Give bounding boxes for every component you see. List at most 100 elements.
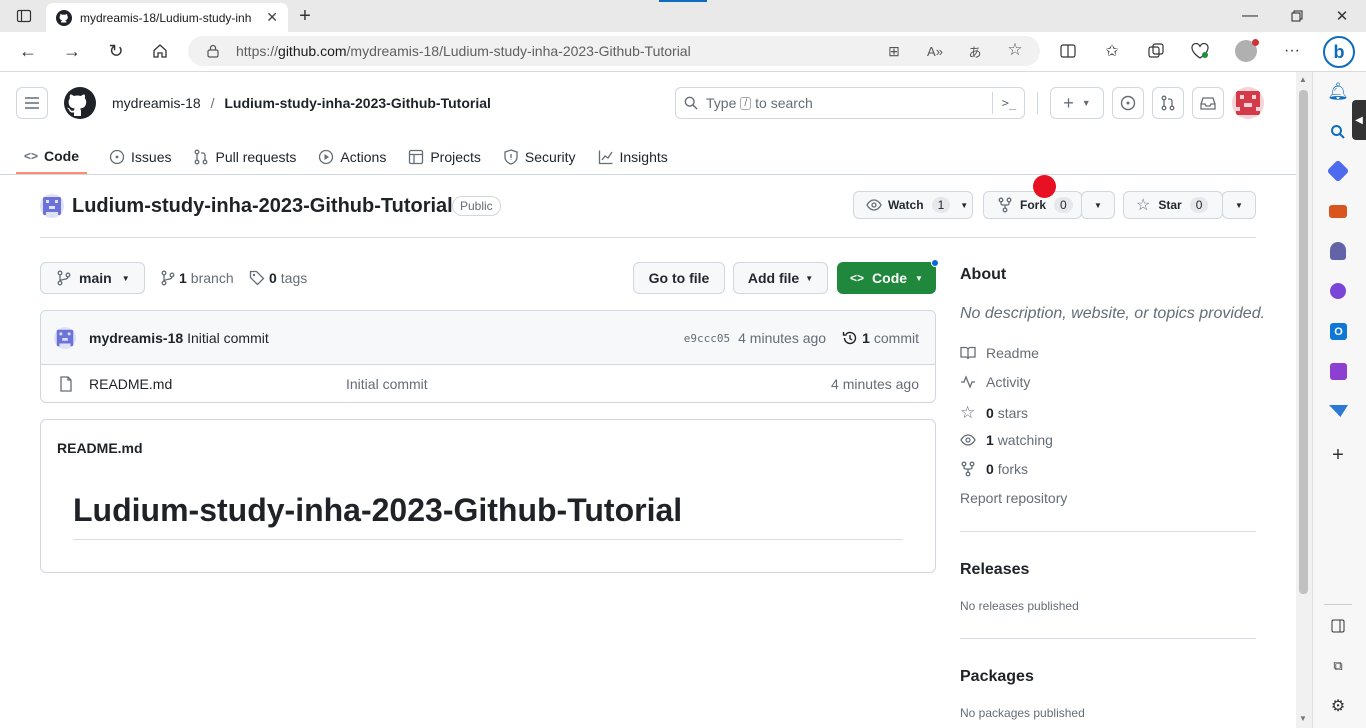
releases-title[interactable]: Releases bbox=[960, 561, 1029, 579]
go-to-file-button[interactable]: Go to file bbox=[633, 262, 725, 294]
tab-pull-requests[interactable]: Pull requests bbox=[185, 140, 304, 174]
tab-actions-icon[interactable] bbox=[14, 6, 34, 26]
notifications-bell-icon[interactable]: 🔔︎ bbox=[1327, 82, 1349, 102]
designer-icon[interactable] bbox=[1330, 363, 1347, 380]
collections-icon[interactable] bbox=[1146, 41, 1166, 61]
breadcrumb-separator: / bbox=[210, 95, 215, 111]
star-dropdown-button[interactable]: ▼ bbox=[1222, 191, 1256, 219]
commit-message[interactable]: Initial commit bbox=[187, 330, 269, 346]
tab-actions[interactable]: Actions bbox=[310, 140, 394, 174]
hide-sidebar-icon[interactable] bbox=[1329, 617, 1347, 635]
forks-word: forks bbox=[997, 461, 1029, 477]
home-icon[interactable] bbox=[150, 41, 170, 61]
favorites-icon[interactable]: ✩ bbox=[1102, 41, 1122, 61]
branch-count-link[interactable]: 1 branch bbox=[161, 270, 234, 286]
tools-toolbox-icon[interactable] bbox=[1329, 205, 1347, 218]
commit-hash[interactable]: e9ccc05 bbox=[684, 332, 730, 345]
microsoft-365-icon[interactable] bbox=[1330, 283, 1346, 299]
commit-author-avatar bbox=[54, 327, 76, 349]
minimize-icon[interactable]: — bbox=[1240, 6, 1260, 26]
fork-dropdown-button[interactable]: ▼ bbox=[1081, 191, 1115, 219]
create-new-button[interactable]: + ▼ bbox=[1050, 87, 1104, 119]
bing-copilot-icon[interactable]: b bbox=[1323, 36, 1355, 68]
user-avatar[interactable] bbox=[1232, 87, 1264, 119]
readme-link[interactable]: Readme bbox=[960, 345, 1039, 361]
table-row[interactable]: README.md Initial commit 4 minutes ago bbox=[41, 365, 935, 402]
repo-title[interactable]: Ludium-study-inha-2023-Github-Tutorial bbox=[72, 195, 453, 218]
commit-summary: mydreamis-18 Initial commit bbox=[89, 330, 269, 346]
sidebar-collapse-handle[interactable]: ◀ bbox=[1352, 100, 1366, 140]
fork-label: Fork bbox=[1020, 198, 1047, 212]
branch-name: main bbox=[79, 270, 112, 286]
outlook-icon[interactable]: O bbox=[1330, 323, 1347, 340]
repo-link[interactable]: Ludium-study-inha-2023-Github-Tutorial bbox=[224, 95, 491, 111]
read-aloud-icon[interactable]: A» bbox=[926, 42, 944, 60]
tab-issues[interactable]: Issues bbox=[101, 140, 179, 174]
favorite-star-icon[interactable]: ☆ bbox=[1006, 40, 1024, 59]
code-button[interactable]: <> Code ▼ bbox=[837, 262, 936, 294]
back-icon[interactable]: ← bbox=[18, 41, 38, 61]
close-window-icon[interactable]: ✕ bbox=[1332, 6, 1352, 26]
commits-link[interactable]: 1 commit bbox=[842, 330, 919, 346]
sidebar-settings-gear-icon[interactable]: ⚙ bbox=[1329, 697, 1347, 715]
tab-drag-indicator bbox=[659, 0, 707, 2]
branch-select-button[interactable]: main ▼ bbox=[40, 262, 145, 294]
packages-title[interactable]: Packages bbox=[960, 668, 1034, 686]
report-repository-link[interactable]: Report repository bbox=[960, 490, 1067, 506]
address-bar[interactable]: https://github.com/mydreamis-18/Ludium-s… bbox=[188, 36, 1040, 66]
issues-header-icon[interactable] bbox=[1112, 87, 1144, 119]
tab-close-icon[interactable]: ✕ bbox=[266, 9, 278, 26]
lock-icon[interactable] bbox=[205, 43, 221, 59]
more-options-icon[interactable]: ··· bbox=[1282, 41, 1302, 61]
stars-link[interactable]: ☆ 0 stars bbox=[960, 403, 1028, 423]
search-input[interactable]: Type / to search bbox=[675, 87, 1025, 119]
scroll-down-arrow-icon[interactable]: ▼ bbox=[1299, 714, 1307, 723]
github-logo-icon[interactable] bbox=[64, 87, 96, 119]
star-button[interactable]: ☆ Star 0 bbox=[1123, 191, 1223, 219]
readme-filename[interactable]: README.md bbox=[57, 440, 143, 456]
tab-code[interactable]: <> Code bbox=[16, 140, 88, 174]
pull-requests-header-icon[interactable] bbox=[1152, 87, 1184, 119]
scroll-up-arrow-icon[interactable]: ▲ bbox=[1299, 75, 1307, 84]
scrollbar-thumb[interactable] bbox=[1299, 90, 1308, 594]
translate-icon[interactable]: あ bbox=[966, 42, 984, 60]
app-available-icon[interactable]: ⊞ bbox=[885, 42, 903, 60]
add-file-button[interactable]: Add file ▼ bbox=[733, 262, 828, 294]
owner-link[interactable]: mydreamis-18 bbox=[112, 95, 201, 111]
watching-link[interactable]: 1 watching bbox=[960, 432, 1053, 448]
search-placeholder-prefix: Type bbox=[706, 95, 737, 111]
file-commit-message[interactable]: Initial commit bbox=[346, 376, 428, 392]
forks-link[interactable]: 0 forks bbox=[960, 461, 1028, 477]
sidebar-search-icon[interactable] bbox=[1328, 122, 1348, 142]
fork-button[interactable]: Fork 0 bbox=[983, 191, 1082, 219]
activity-link[interactable]: Activity bbox=[960, 374, 1030, 390]
restore-icon[interactable] bbox=[1287, 6, 1307, 26]
tag-word: tags bbox=[280, 270, 308, 286]
new-tab-icon[interactable]: + bbox=[294, 5, 316, 27]
external-link-icon[interactable]: ⧉ bbox=[1329, 657, 1347, 675]
inbox-icon[interactable] bbox=[1192, 87, 1224, 119]
profile-notification-dot bbox=[1252, 39, 1259, 46]
games-icon[interactable] bbox=[1330, 242, 1346, 260]
tags-link[interactable]: 0 tags bbox=[249, 270, 307, 286]
tab-projects[interactable]: Projects bbox=[400, 140, 489, 174]
split-screen-icon[interactable] bbox=[1058, 41, 1078, 61]
browser-essentials-icon[interactable] bbox=[1190, 41, 1210, 61]
browser-tab[interactable]: mydreamis-18/Ludium-study-inh ✕ bbox=[46, 3, 288, 32]
tab-insights[interactable]: Insights bbox=[590, 140, 676, 174]
command-palette-icon[interactable]: >_ bbox=[1000, 94, 1018, 112]
menu-hamburger-icon[interactable] bbox=[16, 87, 48, 119]
refresh-icon[interactable]: ↻ bbox=[106, 41, 126, 61]
tab-pull-requests-label: Pull requests bbox=[215, 149, 297, 165]
branch-word: branch bbox=[190, 270, 234, 286]
watch-label: Watch bbox=[888, 198, 924, 212]
forward-icon[interactable]: → bbox=[62, 41, 82, 61]
commit-author[interactable]: mydreamis-18 bbox=[89, 330, 183, 346]
watch-count: 1 bbox=[931, 197, 951, 213]
tab-security[interactable]: Security bbox=[495, 140, 584, 174]
watch-button[interactable]: Watch 1 ▼ bbox=[853, 191, 973, 219]
file-list: mydreamis-18 Initial commit e9ccc05 4 mi… bbox=[40, 310, 936, 403]
add-file-label: Add file bbox=[747, 270, 800, 286]
add-sidebar-app-icon[interactable]: + bbox=[1328, 444, 1348, 466]
file-name[interactable]: README.md bbox=[89, 376, 172, 392]
